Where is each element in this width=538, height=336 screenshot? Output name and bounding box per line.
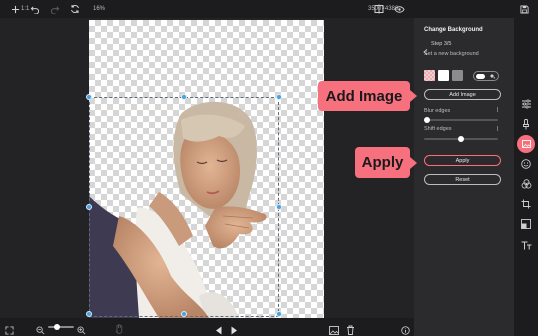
slider-end-tick: [497, 126, 498, 131]
blur-edges-slider[interactable]: [424, 119, 498, 121]
back-chevron-icon[interactable]: [423, 42, 428, 55]
selection-bounding-box[interactable]: [89, 97, 279, 317]
resize-handle[interactable]: [276, 204, 282, 210]
zoom-slider-thumb[interactable]: [53, 324, 60, 330]
brush-icon[interactable]: [518, 116, 534, 132]
resize-icon[interactable]: [518, 216, 534, 232]
blur-edges-label: Blur edges: [424, 108, 451, 114]
resize-handle[interactable]: [181, 94, 187, 100]
trash-icon[interactable]: [346, 322, 355, 335]
zoom-slider[interactable]: [48, 326, 74, 328]
panel-title: Change Background: [424, 27, 483, 33]
shift-edges-thumb[interactable]: [458, 136, 464, 142]
resize-handle[interactable]: [86, 94, 92, 100]
zoom-ratio[interactable]: 1:1: [21, 6, 29, 12]
gray-swatch[interactable]: [452, 70, 463, 81]
image-icon[interactable]: [329, 322, 339, 335]
blur-edges-thumb[interactable]: [423, 117, 430, 123]
hand-tool-icon[interactable]: [115, 321, 123, 334]
step-indicator: Step 3/5: [431, 41, 452, 47]
white-swatch[interactable]: [438, 70, 449, 81]
previous-arrow-icon[interactable]: [215, 322, 223, 335]
zoom-level: 16%: [93, 6, 106, 12]
adjust-icon[interactable]: [518, 96, 534, 112]
shift-edges-label: Shift edges: [424, 126, 452, 132]
background-tool-button[interactable]: [517, 135, 535, 153]
resize-handle[interactable]: [276, 311, 282, 317]
crop-icon[interactable]: [518, 196, 534, 212]
filters-icon[interactable]: [518, 176, 534, 192]
editor-canvas[interactable]: [0, 18, 414, 318]
resize-handle[interactable]: [181, 311, 187, 317]
add-image-button[interactable]: Add Image: [424, 89, 501, 100]
apply-button[interactable]: Apply: [424, 155, 501, 166]
image-icon: [521, 140, 531, 148]
image-dimensions: 3500×4386: [368, 6, 399, 12]
transparent-swatch[interactable]: [424, 70, 435, 81]
panel-subtitle: Set a new background: [424, 51, 479, 57]
plus-icon[interactable]: [8, 2, 22, 16]
redo-icon[interactable]: [48, 2, 62, 16]
zoom-out-icon[interactable]: [36, 322, 45, 335]
undo-icon[interactable]: [28, 2, 42, 16]
fit-screen-icon[interactable]: [5, 322, 14, 335]
resize-handle[interactable]: [86, 204, 92, 210]
refresh-icon[interactable]: [68, 2, 82, 16]
sticker-icon[interactable]: [518, 156, 534, 172]
slider-end-tick: [497, 107, 498, 112]
reset-button[interactable]: Reset: [424, 174, 501, 185]
apply-callout: Apply: [355, 147, 410, 178]
toggle-pill: [476, 73, 485, 79]
text-icon[interactable]: [518, 237, 534, 253]
info-icon[interactable]: [401, 322, 410, 335]
color-picker-toggle[interactable]: [473, 71, 499, 81]
add-image-callout-arrow: [410, 90, 417, 102]
zoom-in-icon[interactable]: [77, 322, 86, 335]
apply-callout-arrow: [410, 157, 417, 169]
resize-handle[interactable]: [86, 311, 92, 317]
resize-handle[interactable]: [276, 94, 282, 100]
next-arrow-icon[interactable]: [230, 322, 238, 335]
paint-bucket-icon: [490, 74, 495, 79]
save-icon[interactable]: [517, 2, 531, 16]
add-image-callout: Add Image: [318, 81, 410, 111]
